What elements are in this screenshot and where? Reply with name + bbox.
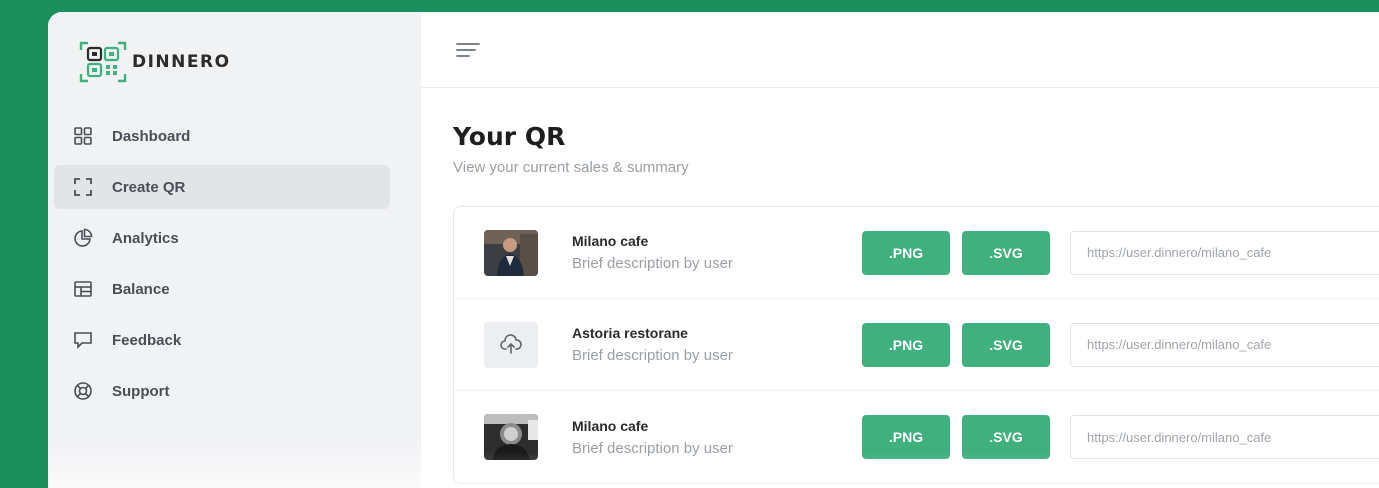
sidebar-item-label: Create QR: [112, 178, 186, 196]
brand-logo[interactable]: DINNERO: [78, 40, 421, 84]
main-content: Your QR View your current sales & summar…: [421, 12, 1379, 488]
app-window: DINNERO Dashboard Create QR Analytics Ba…: [48, 12, 1379, 488]
list-item: Milano cafe Brief description by user .P…: [454, 207, 1379, 299]
sidebar-item-support[interactable]: Support: [54, 369, 390, 413]
download-png-button[interactable]: .PNG: [862, 322, 950, 367]
sidebar-item-feedback[interactable]: Feedback: [54, 318, 390, 362]
page-subtitle: View your current sales & summary: [453, 159, 689, 176]
qr-logo-icon: [78, 40, 128, 84]
row-description: Brief description by user: [572, 255, 733, 272]
qr-url-field[interactable]: [1070, 415, 1379, 459]
row-name: Milano cafe: [572, 233, 649, 249]
sidebar-item-label: Balance: [112, 280, 170, 298]
row-name: Milano cafe: [572, 417, 649, 434]
brand-name: DINNERO: [132, 52, 231, 72]
grid-icon: [72, 125, 94, 147]
download-svg-button[interactable]: .SVG: [962, 415, 1050, 459]
list-item: Astoria restorane Brief description by u…: [454, 299, 1379, 391]
photo-thumbnail: [484, 229, 538, 276]
pie-chart-icon: [72, 227, 94, 249]
row-text: Astoria restorane Brief description by u…: [572, 325, 862, 364]
sidebar-nav: Dashboard Create QR Analytics Balance Fe…: [48, 114, 421, 413]
upload-icon[interactable]: [484, 321, 538, 368]
scan-frame-icon: [72, 176, 94, 198]
page-title: Your QR: [453, 122, 566, 151]
chat-icon: [72, 329, 94, 351]
lifebuoy-icon: [72, 380, 94, 402]
photo-thumbnail: [484, 414, 538, 460]
qr-list: Milano cafe Brief description by user .P…: [453, 206, 1379, 484]
sidebar-item-label: Support: [112, 382, 170, 400]
sidebar-item-create-qr[interactable]: Create QR: [54, 165, 390, 209]
download-svg-button[interactable]: .SVG: [962, 230, 1050, 275]
sidebar-item-balance[interactable]: Balance: [54, 267, 390, 311]
sidebar: DINNERO Dashboard Create QR Analytics Ba…: [48, 12, 421, 488]
row-text: Milano cafe Brief description by user: [572, 418, 862, 457]
top-bar: [421, 12, 1379, 88]
download-png-button[interactable]: .PNG: [862, 230, 950, 275]
hamburger-icon[interactable]: [455, 40, 481, 60]
qr-url-field[interactable]: [1070, 322, 1379, 367]
qr-url-field[interactable]: [1070, 230, 1379, 275]
row-description: Brief description by user: [572, 347, 733, 364]
sidebar-item-label: Analytics: [112, 229, 179, 247]
row-name: Astoria restorane: [572, 325, 688, 341]
content-area: Your QR View your current sales & summar…: [421, 88, 1379, 484]
download-svg-button[interactable]: .SVG: [962, 322, 1050, 367]
sidebar-item-dashboard[interactable]: Dashboard: [54, 114, 390, 158]
sidebar-item-label: Dashboard: [112, 127, 191, 145]
list-item: Milano cafe Brief description by user .P…: [454, 391, 1379, 483]
download-png-button[interactable]: .PNG: [862, 415, 950, 459]
row-description: Brief description by user: [572, 439, 733, 457]
sidebar-fade: [48, 442, 421, 488]
balance-icon: [72, 278, 94, 300]
row-text: Milano cafe Brief description by user: [572, 233, 862, 272]
sidebar-item-analytics[interactable]: Analytics: [54, 216, 390, 260]
sidebar-item-label: Feedback: [112, 331, 182, 349]
